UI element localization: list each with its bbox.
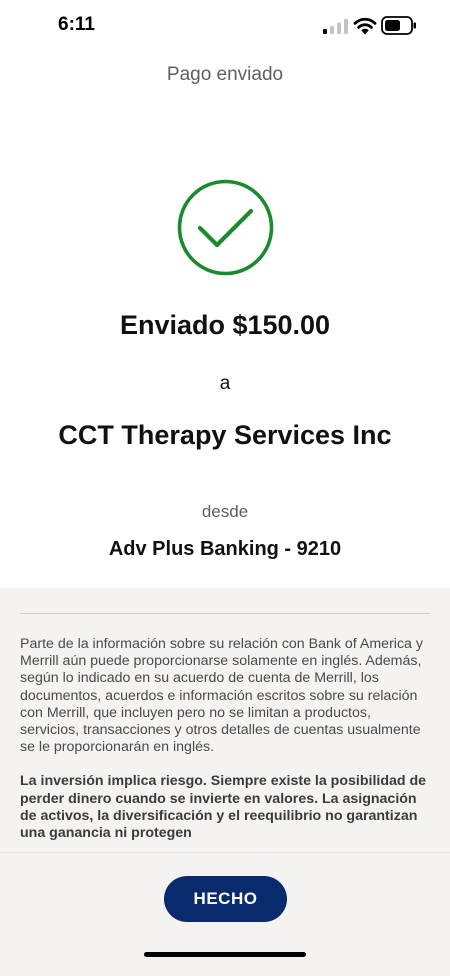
status-bar: 6:11 — [0, 0, 450, 52]
to-label: a — [219, 373, 231, 394]
home-indicator[interactable] — [144, 952, 306, 957]
bottom-action-bar: HECHO — [0, 852, 450, 976]
divider — [20, 613, 430, 614]
done-button[interactable]: HECHO — [164, 876, 287, 922]
risk-disclaimer-paragraph: La inversión implica riesgo. Siempre exi… — [20, 773, 427, 842]
signal-icon — [323, 19, 348, 34]
status-time: 6:11 — [58, 14, 95, 35]
page-title: Pago enviado — [166, 64, 284, 85]
sent-amount: Enviado $150.00 — [119, 310, 331, 340]
wifi-icon — [353, 17, 377, 35]
check-circle-icon — [177, 179, 274, 276]
from-label: desde — [201, 502, 249, 521]
payee-name: CCT Therapy Services Inc — [58, 420, 392, 450]
disclaimer-paragraph: Parte de la información sobre su relació… — [20, 636, 423, 756]
source-account: Adv Plus Banking - 9210 — [108, 538, 342, 560]
disclaimer-scroll[interactable]: Parte de la información sobre su relació… — [20, 636, 432, 858]
disclaimer-section[interactable]: Parte de la información sobre su relació… — [0, 588, 450, 976]
battery-icon — [381, 16, 416, 35]
